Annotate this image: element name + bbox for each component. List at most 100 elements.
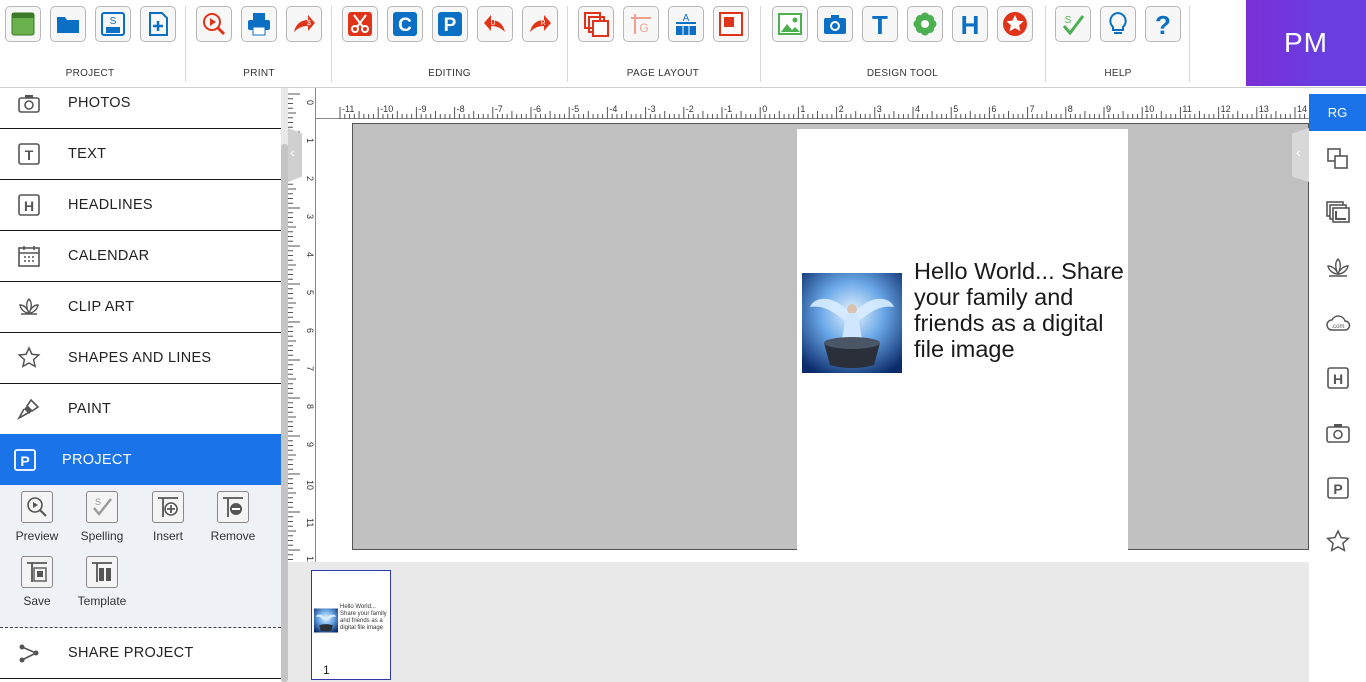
add-shape-button[interactable]: [997, 6, 1033, 42]
star-outline-icon[interactable]: [1325, 529, 1351, 555]
help-button[interactable]: ?: [1145, 6, 1181, 42]
undo-button[interactable]: U: [476, 6, 513, 42]
question-mark-icon: ?: [1155, 10, 1171, 38]
copy-c-icon: C: [392, 12, 417, 36]
camera-icon: [17, 91, 41, 115]
spelling-button[interactable]: S Spelling: [72, 491, 132, 543]
paintbrush-icon: [17, 397, 41, 421]
scissors-icon: [347, 12, 372, 36]
ruler-label: 1: [800, 104, 805, 114]
star-outline-icon: [17, 346, 41, 370]
project-page[interactable]: Hello World... Share your family and fri…: [797, 129, 1128, 554]
nav-item-photos[interactable]: PHOTOS: [0, 88, 281, 129]
check-icon: S: [1062, 15, 1085, 36]
add-page-button[interactable]: [139, 6, 176, 42]
lotus-icon[interactable]: [1325, 255, 1351, 281]
ruler-label: 11: [305, 518, 315, 527]
page-thumbnail[interactable]: Hello World... Share your family and fri…: [311, 570, 391, 680]
headline-box-icon[interactable]: H: [1325, 365, 1351, 391]
toolbar-group-page-layout: G A PAGE LAYOUT: [572, 0, 754, 86]
arrange-icon[interactable]: [1325, 146, 1351, 172]
nav-label: CLIP ART: [68, 299, 135, 315]
nav-item-project[interactable]: P PROJECT: [0, 434, 281, 485]
spelling-label: Spelling: [80, 529, 124, 543]
paste-button[interactable]: P: [431, 6, 468, 42]
add-headline-button[interactable]: H: [952, 6, 988, 42]
nav-item-calendar[interactable]: CALENDAR: [0, 231, 281, 282]
nav-item-share-project[interactable]: SHARE PROJECT: [0, 628, 281, 679]
template-button[interactable]: Template: [72, 556, 132, 608]
spellcheck-button[interactable]: S: [1055, 6, 1091, 42]
nav-label: PAINT: [68, 401, 112, 417]
ruler-label: 0: [762, 104, 767, 114]
save-project-button[interactable]: S: [94, 6, 131, 42]
preview-button[interactable]: Preview: [7, 491, 67, 543]
ruler-label: -7: [495, 104, 503, 114]
user-badge-rg[interactable]: RG: [1309, 94, 1366, 131]
add-text-button[interactable]: T: [862, 6, 898, 42]
chevron-left-icon: ‹: [290, 144, 295, 160]
layers-icon[interactable]: [1325, 200, 1351, 226]
ruler-label: 5: [305, 290, 315, 295]
toolbar-group-editing: C P U R EDITING: [336, 0, 563, 86]
user-avatar[interactable]: PM: [1246, 0, 1366, 86]
redo-button[interactable]: R: [521, 6, 558, 42]
cloud-com-icon[interactable]: .com: [1325, 310, 1351, 336]
left-panel-scrollbar[interactable]: [281, 88, 288, 682]
toolbar-group-label: EDITING: [428, 68, 471, 79]
text-t-icon: T: [872, 10, 888, 38]
copy-button[interactable]: C: [386, 6, 423, 42]
ruler-label: -11: [342, 104, 354, 114]
cut-button[interactable]: [341, 6, 378, 42]
ruler-label: 10: [305, 480, 315, 490]
layers-icon: [583, 12, 609, 37]
order-letter: $: [307, 20, 311, 27]
nav-item-paint[interactable]: PAINT: [0, 384, 281, 435]
project-p-icon[interactable]: P: [1325, 475, 1351, 501]
camera-icon: [824, 15, 846, 34]
print-preview-button[interactable]: [196, 6, 232, 42]
chevron-left-icon: ‹: [1296, 144, 1301, 160]
nav-item-text[interactable]: T TEXT: [0, 129, 281, 180]
guides-button[interactable]: G: [622, 6, 659, 42]
horizontal-ruler: -11 -10 -9 -8 -7 -6 -5 -4 -3 -2 -1 0 1 2 3 4 5 6 7 8 9 10 11 12…: [288, 88, 1309, 119]
open-project-button[interactable]: [49, 6, 86, 42]
nav-item-clip-art[interactable]: CLIP ART: [0, 282, 281, 333]
angel-photo[interactable]: [802, 273, 902, 373]
headline-h-icon: H: [961, 10, 980, 38]
spellcheck-letter: S: [1065, 15, 1072, 26]
preview-icon: [21, 491, 53, 523]
save-template-button[interactable]: Save: [7, 556, 67, 608]
tips-button[interactable]: [1100, 6, 1136, 42]
ruler-label: 9: [1106, 104, 1111, 114]
nav-item-headlines[interactable]: H HEADLINES: [0, 180, 281, 231]
add-photo-button[interactable]: [817, 6, 853, 42]
new-page-icon: [11, 12, 34, 36]
ruler-label: -2: [686, 104, 694, 114]
ruler-label: -9: [418, 104, 426, 114]
print-button[interactable]: [241, 6, 277, 42]
layers-button[interactable]: [577, 6, 614, 42]
camera-icon[interactable]: [1325, 420, 1351, 446]
ruler-label: 9: [305, 442, 315, 447]
ruler-label: 4: [305, 252, 315, 257]
page-number: 1: [323, 663, 330, 677]
toolbar-group-label: PRINT: [243, 68, 275, 79]
ruler-label: -1: [724, 104, 732, 114]
ruler-label: 0: [305, 100, 315, 105]
insert-page-button[interactable]: Insert: [138, 491, 198, 543]
background-button[interactable]: [712, 6, 749, 42]
align-button[interactable]: A: [667, 6, 704, 42]
toolbar-divider: [1045, 6, 1046, 82]
save-label: Save: [23, 594, 51, 608]
add-clipart-button[interactable]: [907, 6, 943, 42]
toolbar-group-help: S ? HELP: [1050, 0, 1186, 86]
magnifier-icon: [203, 13, 226, 36]
new-project-button[interactable]: [4, 6, 41, 42]
remove-page-button[interactable]: Remove: [203, 491, 263, 543]
page-text-box[interactable]: Hello World... Share your family and fri…: [914, 258, 1124, 362]
order-print-button[interactable]: $: [286, 6, 322, 42]
add-image-button[interactable]: [772, 6, 808, 42]
scrollbar-thumb[interactable]: [281, 144, 288, 682]
nav-item-shapes-and-lines[interactable]: SHAPES AND LINES: [0, 333, 281, 384]
